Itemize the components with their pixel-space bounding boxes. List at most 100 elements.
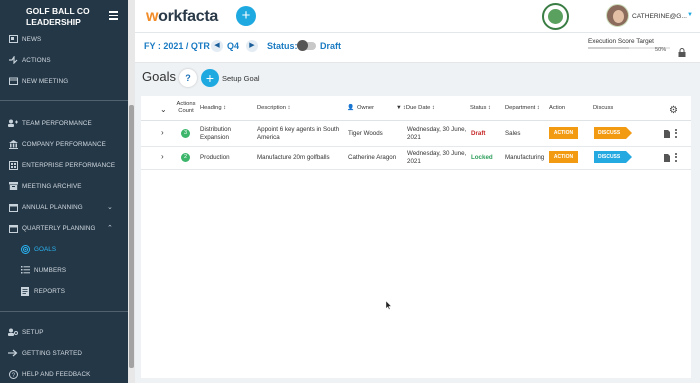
sidebar-item-actions[interactable]: ACTIONS (0, 53, 128, 67)
expand-all-icon[interactable]: ⌄ (160, 105, 167, 114)
sidebar-item-company-performance[interactable]: COMPANY PERFORMANCE (0, 137, 128, 151)
sidebar-item-getting-started[interactable]: GETTING STARTED (0, 346, 128, 360)
getting-started-icon (8, 349, 18, 358)
sidebar-item-label: COMPANY PERFORMANCE (22, 140, 106, 148)
sidebar-item-label: GETTING STARTED (22, 349, 83, 357)
header-actions-count[interactable]: Actions Count (173, 101, 199, 115)
user-name[interactable]: CATHERINE@G... (632, 13, 687, 20)
execution-score-label: Execution Score Target (588, 38, 654, 45)
header-due-date[interactable]: ↕Due Date ↕ (403, 105, 435, 112)
discuss-button[interactable]: DISCUSS (594, 127, 632, 139)
company-icon (8, 139, 18, 149)
header-department[interactable]: Department ↕ (505, 105, 540, 112)
goal-department: Manufacturing (505, 154, 545, 161)
document-icon[interactable] (664, 130, 670, 138)
sidebar-item-quarterly-planning[interactable]: QUARTERLY PLANNING ⌃ (0, 221, 128, 235)
sidebar-divider (0, 100, 128, 101)
execution-score-fill (588, 47, 629, 49)
workfacta-logo[interactable]: workfacta (146, 8, 218, 26)
hamburger-menu-icon[interactable] (109, 11, 118, 20)
company-emblem-logo (542, 3, 569, 30)
status-toggle[interactable] (297, 40, 316, 51)
setup-goal-label[interactable]: Setup Goal (222, 74, 260, 83)
sidebar-item-label: NEWS (22, 35, 42, 43)
planning-bar: FY : 2021 / QTR ◀ Q4 ▶ Status: Draft Exe… (135, 33, 700, 63)
gear-icon[interactable]: ⚙ (669, 105, 678, 116)
sidebar-item-label: ANNUAL PLANNING (22, 203, 83, 211)
sidebar-item-label: ACTIONS (22, 56, 51, 64)
header-heading[interactable]: Heading ↕ (200, 105, 226, 112)
goal-description: Appoint 6 key agents in South America (257, 126, 340, 141)
discuss-button[interactable]: DISCUSS (594, 151, 632, 163)
goal-heading[interactable]: Production (200, 154, 230, 162)
svg-text:?: ? (11, 372, 15, 378)
setup-goal-button[interactable]: + (201, 69, 219, 87)
header-description[interactable]: Description ↕ (257, 105, 291, 112)
sidebar-item-numbers[interactable]: NUMBERS (0, 263, 128, 277)
sidebar-item-meeting-archive[interactable]: MEETING ARCHIVE (0, 179, 128, 193)
goals-table: ⌄ Actions Count Heading ↕ Description ↕ … (141, 96, 691, 378)
caret-down-icon[interactable]: ▼ (687, 12, 693, 18)
goal-due-date: Wednesday, 30 June, 2021 (407, 150, 467, 165)
setup-icon (8, 328, 18, 337)
sidebar-item-reports[interactable]: REPORTS (0, 284, 128, 298)
logo-text: orkfacta (158, 8, 219, 25)
chevron-left-icon: ◀ (214, 42, 220, 49)
calendar-icon (8, 203, 18, 212)
archive-icon (8, 182, 18, 191)
avatar[interactable] (606, 4, 629, 27)
goal-due-date: Wednesday, 30 June, 2021 (407, 126, 467, 141)
mouse-cursor-icon (386, 301, 392, 310)
plus-icon: + (241, 7, 251, 24)
quarter-label: Q4 (227, 41, 240, 51)
sidebar-item-team-performance[interactable]: TEAM PERFORMANCE (0, 116, 128, 130)
sidebar-item-label: HELP AND FEEDBACK (22, 370, 91, 378)
list-icon (20, 266, 30, 275)
news-icon (8, 35, 18, 44)
sidebar-item-annual-planning[interactable]: ANNUAL PLANNING ⌄ (0, 200, 128, 214)
goal-owner: Tiger Woods (348, 130, 383, 137)
sidebar: GOLF BALL CO LEADERSHIP NEWS ACTIONS NEW… (0, 0, 135, 383)
sidebar-item-news[interactable]: NEWS (0, 32, 128, 46)
table-header-divider (141, 120, 691, 121)
header-status[interactable]: Status ↕ (470, 105, 491, 112)
sidebar-item-help-and-feedback[interactable]: ? HELP AND FEEDBACK (0, 367, 128, 381)
sidebar-item-label: TEAM PERFORMANCE (22, 119, 92, 127)
add-button[interactable]: + (236, 6, 256, 26)
chevron-down-icon[interactable]: ⌄ (107, 203, 113, 211)
sidebar-item-goals[interactable]: GOALS (0, 242, 128, 256)
chevron-right-icon[interactable]: › (161, 152, 164, 161)
row-divider (141, 169, 691, 170)
sidebar-divider (0, 311, 128, 312)
document-icon[interactable] (664, 154, 670, 162)
status-badge: Draft (471, 130, 486, 137)
sidebar-item-label: REPORTS (34, 287, 66, 295)
action-button[interactable]: ACTION (549, 127, 578, 139)
sidebar-item-label: SETUP (22, 328, 44, 336)
previous-quarter-button[interactable]: ◀ (211, 40, 223, 52)
execution-score-percent: 50% (655, 47, 667, 53)
more-options-icon[interactable] (675, 153, 678, 162)
filter-icon[interactable]: ▼ (396, 105, 402, 112)
lock-icon[interactable] (678, 44, 686, 57)
org-name-line1: GOLF BALL CO (26, 6, 90, 16)
goal-heading[interactable]: Distribution Expansion (200, 126, 231, 142)
chevron-up-icon[interactable]: ⌃ (107, 224, 113, 232)
sidebar-item-new-meeting[interactable]: NEW MEETING (0, 74, 128, 88)
sidebar-item-setup[interactable]: SETUP (0, 325, 128, 339)
header-owner[interactable]: Owner (357, 105, 374, 112)
sidebar-item-label: QUARTERLY PLANNING (22, 224, 96, 232)
fiscal-year-label: FY : 2021 / QTR (144, 41, 210, 51)
action-button[interactable]: ACTION (549, 151, 578, 163)
sidebar-item-label: NUMBERS (34, 266, 67, 274)
help-button[interactable]: ? (179, 69, 197, 87)
next-quarter-button[interactable]: ▶ (246, 40, 258, 52)
sidebar-scrollbar-thumb[interactable] (129, 105, 134, 368)
goal-description: Manufacture 20m golfballs (257, 154, 330, 161)
calendar-icon (8, 224, 18, 233)
sidebar-item-label: GOALS (34, 245, 57, 253)
actions-count-badge: 3 (181, 129, 190, 138)
sidebar-item-enterprise-performance[interactable]: ENTERPRISE PERFORMANCE (0, 158, 128, 172)
chevron-right-icon[interactable]: › (161, 128, 164, 137)
more-options-icon[interactable] (675, 129, 678, 138)
